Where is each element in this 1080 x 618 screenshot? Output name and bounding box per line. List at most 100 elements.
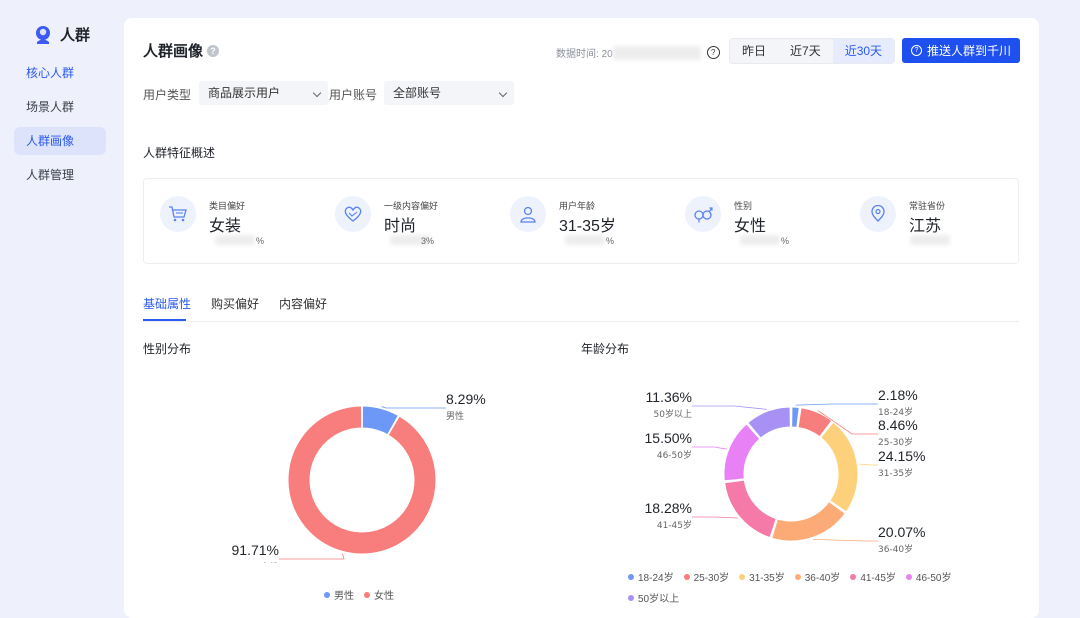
slice-name-label: 25-30岁 <box>878 436 913 448</box>
leader-line <box>813 538 878 542</box>
overview-card-label: 类目偏好 <box>209 201 246 211</box>
overview-card-label: 一级内容偏好 <box>384 201 439 211</box>
redacted-value <box>215 235 255 245</box>
account-value: 全部账号 <box>393 86 442 100</box>
sidebar-title: 人群 <box>60 27 91 44</box>
date-range-segment: 昨日 近7天 近30天 <box>729 38 896 64</box>
legend-label: 女性 <box>374 591 394 602</box>
range-30d-button[interactable]: 近30天 <box>832 39 895 63</box>
slice-46-50岁[interactable] <box>723 423 761 482</box>
slice-31-35岁[interactable] <box>819 421 859 513</box>
legend-label: 41-45岁 <box>860 573 896 584</box>
legend-label: 31-35岁 <box>749 573 785 584</box>
account-label: 用户账号 <box>329 88 378 102</box>
gender-legend: 男性 女性 <box>324 587 394 602</box>
overview-card-value: 女装 <box>209 218 242 235</box>
slice-percent-label: 24.15% <box>878 448 925 464</box>
leader-line <box>381 406 446 409</box>
legend-item[interactable]: 男性 <box>324 587 354 602</box>
overview-card-label: 用户年龄 <box>559 201 596 211</box>
overview-card-label: 常驻省份 <box>909 201 946 211</box>
account-select[interactable]: 全部账号 <box>384 81 514 105</box>
sidebar: 人群 核心人群 场景人群 人群画像 人群管理 <box>0 0 120 608</box>
data-time-help-icon[interactable]: ? <box>706 46 720 59</box>
overview-card-pct: % <box>256 236 265 246</box>
legend-item[interactable]: 50岁以上 <box>628 590 679 605</box>
legend-item[interactable]: 25-30岁 <box>683 569 730 584</box>
range-7d-button[interactable]: 近7天 <box>778 39 833 63</box>
user-type-select[interactable]: 商品展示用户 <box>199 81 328 105</box>
crowd-logo-icon <box>36 25 50 44</box>
overview-box: 类目偏好 女装 % 一级内容偏好 时尚 3% 用户年龄 31-35岁 % 性别 … <box>143 178 1019 264</box>
legend-label: 50岁以上 <box>638 594 680 605</box>
slice-percent-label: 2.18% <box>878 387 918 403</box>
sidebar-item-crowd-management[interactable]: 人群管理 <box>14 161 106 189</box>
legend-dot <box>794 573 801 580</box>
data-time-redacted <box>612 45 701 60</box>
slice-name-label: 50岁以上 <box>654 408 692 420</box>
slice-name-label: 女性 <box>261 561 279 563</box>
legend-item[interactable]: 36-40岁 <box>794 569 840 584</box>
legend-label: 男性 <box>334 591 354 602</box>
slice-percent-label: 20.07% <box>878 524 925 540</box>
legend-item[interactable]: 46-50岁 <box>905 569 951 584</box>
overview-card-value: 江苏 <box>909 218 942 235</box>
gender-chart: 8.29% 男性 91.71% 女性 <box>232 391 486 563</box>
overview-card-pct: 3% <box>421 236 435 246</box>
page-title: 人群画像 ? <box>143 40 220 61</box>
legend-dot <box>739 573 746 580</box>
push-crowd-button[interactable]: ? 推送人群到千川 <box>902 38 1020 63</box>
leader-line <box>692 405 767 410</box>
sidebar-item-core-crowd[interactable]: 核心人群 <box>14 59 106 87</box>
overview-card-value: 女性 <box>734 218 767 235</box>
leader-line <box>692 446 727 450</box>
push-crowd-label: 推送人群到千川 <box>926 44 1011 58</box>
slice-percent-label: 8.29% <box>446 391 486 407</box>
slice-name-label: 男性 <box>446 410 464 422</box>
overview-card-pct: % <box>606 236 615 246</box>
slice-41-45岁[interactable] <box>724 479 777 539</box>
legend-item[interactable]: 31-35岁 <box>739 569 785 584</box>
slice-percent-label: 11.36% <box>646 389 692 405</box>
user-type-label: 用户类型 <box>143 88 192 102</box>
slice-name-label: 31-35岁 <box>878 467 913 479</box>
overview-card-label: 性别 <box>734 201 753 211</box>
page-title-text: 人群画像 <box>143 43 204 60</box>
help-icon[interactable]: ? <box>207 44 220 57</box>
sidebar-item-scene-crowd[interactable]: 场景人群 <box>14 93 106 121</box>
slice-percent-label: 15.50% <box>645 430 692 446</box>
legend-item[interactable]: 41-45岁 <box>850 569 896 584</box>
slice-name-label: 41-45岁 <box>657 519 692 531</box>
legend-dot <box>905 573 912 580</box>
tab-basic-attributes[interactable]: 基础属性 <box>143 295 191 312</box>
tab-purchase-preference[interactable]: 购买偏好 <box>211 295 259 312</box>
leader-line <box>859 463 878 466</box>
tabs-bar: 基础属性 购买偏好 内容偏好 <box>143 295 1019 322</box>
range-yesterday-button[interactable]: 昨日 <box>730 39 778 63</box>
cart-icon <box>160 196 196 232</box>
leader-line <box>795 403 878 406</box>
sidebar-item-crowd-portrait[interactable]: 人群画像 <box>14 127 106 155</box>
slice-percent-label: 18.28% <box>645 500 692 516</box>
slice-36-40岁[interactable] <box>771 500 846 542</box>
slice-女性[interactable] <box>287 405 437 555</box>
legend-dot <box>364 591 370 598</box>
leader-line <box>692 516 738 519</box>
leader-line <box>279 553 345 560</box>
legend-item[interactable]: 18-24岁 <box>628 569 674 584</box>
active-tab-indicator <box>143 319 186 321</box>
slice-percent-label: 91.71% <box>232 542 279 558</box>
age-legend: 18-24岁 25-30岁 31-35岁 36-40岁 41-45岁 46-50岁 50岁以… <box>628 569 1008 605</box>
legend-dot <box>683 573 690 580</box>
tab-content-preference[interactable]: 内容偏好 <box>279 295 327 312</box>
legend-dot <box>324 591 330 598</box>
gender-chart-title: 性别分布 <box>143 342 192 356</box>
age-chart-title: 年龄分布 <box>581 342 630 356</box>
slice-percent-label: 8.46% <box>878 417 918 433</box>
overview-card-value: 31-35岁 <box>559 218 616 235</box>
legend-item[interactable]: 女性 <box>364 587 394 602</box>
legend-dot <box>850 573 857 580</box>
legend-label: 25-30岁 <box>693 573 730 584</box>
legend-label: 18-24岁 <box>638 573 674 584</box>
gender-icon <box>685 196 721 232</box>
